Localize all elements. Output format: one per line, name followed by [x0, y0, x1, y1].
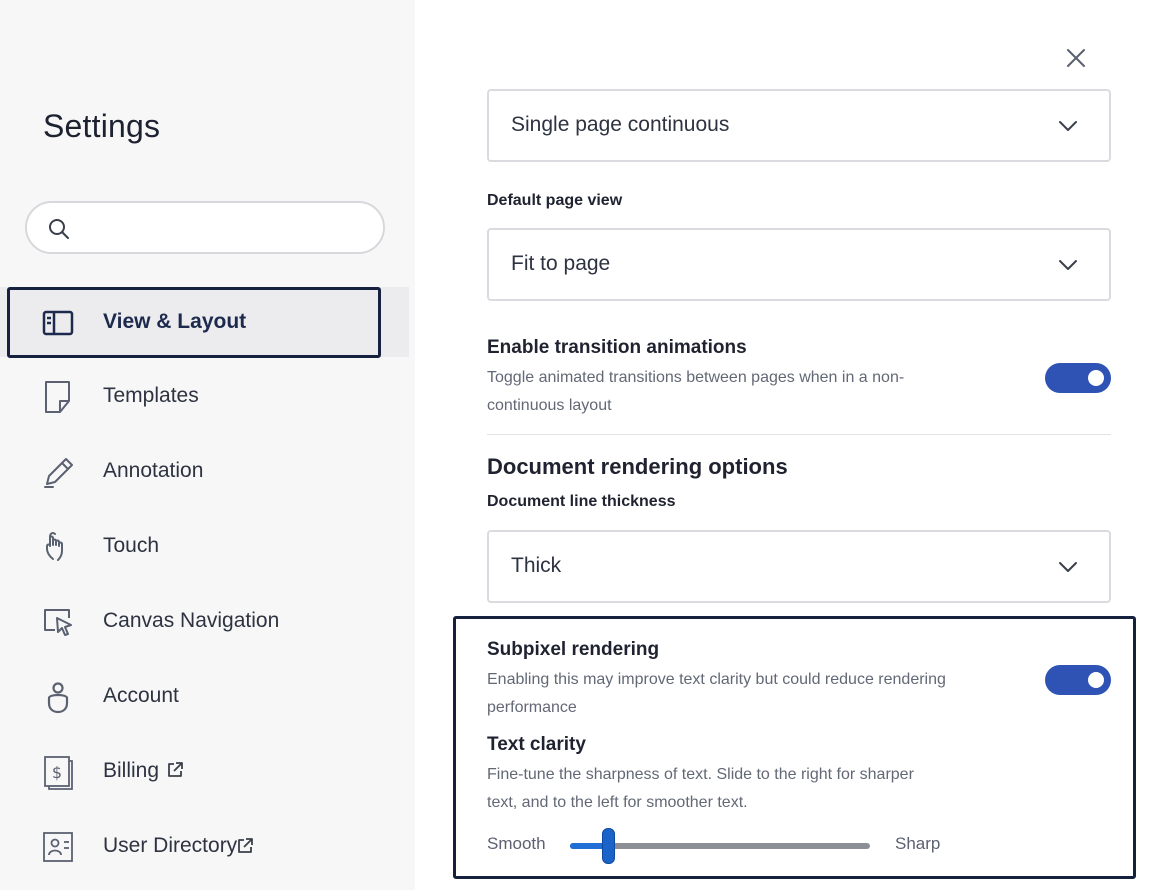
slider-max-label: Sharp: [895, 834, 941, 853]
external-link-icon: [168, 762, 183, 777]
sidebar-item-touch[interactable]: Touch: [0, 511, 409, 581]
canvas-pointer-icon: [44, 609, 72, 636]
chevron-down-icon: [1059, 260, 1077, 270]
select-value: Fit to page: [511, 252, 611, 275]
text-clarity-title: Text clarity: [487, 734, 586, 755]
sidebar-item-label: Account: [103, 684, 179, 707]
sidebar-item-view-layout[interactable]: View & Layout: [0, 287, 409, 357]
template-page-icon: [45, 381, 70, 413]
sidebar-title: Settings: [43, 108, 161, 144]
subpixel-rendering-description: Enabling this may improve text clarity b…: [487, 671, 946, 716]
sidebar-item-label: User Directory: [103, 834, 238, 857]
slider-min-label: Smooth: [487, 834, 546, 853]
billing-dollar-icon: $: [44, 756, 73, 790]
settings-main-panel: Single page continuous Default page view…: [415, 0, 1155, 890]
pencil-icon: [44, 458, 73, 488]
close-icon[interactable]: [1064, 46, 1088, 70]
sidebar-item-label: Canvas Navigation: [103, 609, 280, 632]
svg-text:$: $: [52, 763, 62, 782]
sidebar-item-annotation[interactable]: Annotation: [0, 436, 409, 506]
sidebar-item-canvas-navigation[interactable]: Canvas Navigation: [0, 586, 409, 656]
sidebar-item-label: Templates: [103, 384, 199, 407]
search-input[interactable]: [25, 201, 385, 254]
sidebar-item-billing[interactable]: $ Billing: [0, 736, 409, 806]
toggle-knob: [1088, 370, 1104, 386]
rendering-options-heading: Document rendering options: [487, 454, 788, 479]
sidebar-item-user-directory[interactable]: User Directory: [0, 811, 409, 881]
select-value: Thick: [511, 554, 562, 577]
slider-thumb[interactable]: [601, 828, 615, 864]
layout-panel-icon: [42, 310, 74, 336]
settings-sidebar: Settings View & Layout Templates Annotat…: [0, 0, 415, 890]
transition-animations-title: Enable transition animations: [487, 337, 747, 358]
text-clarity-slider[interactable]: [570, 828, 870, 864]
user-directory-icon: [43, 832, 73, 862]
line-thickness-select[interactable]: Thick: [487, 530, 1111, 603]
chevron-down-icon: [1059, 121, 1077, 131]
sidebar-item-label: View & Layout: [103, 310, 247, 333]
page-layout-select[interactable]: Single page continuous: [487, 89, 1111, 162]
line-thickness-label: Document line thickness: [487, 493, 676, 510]
sidebar-item-templates[interactable]: Templates: [0, 361, 409, 431]
sidebar-item-label: Touch: [103, 534, 160, 557]
select-value: Single page continuous: [511, 113, 730, 136]
toggle-knob: [1088, 672, 1104, 688]
touch-hand-icon: [46, 532, 63, 561]
external-link-icon: [238, 838, 253, 853]
subpixel-rendering-toggle[interactable]: [1045, 665, 1111, 695]
sidebar-item-label: Billing: [103, 759, 160, 782]
account-person-icon: [47, 682, 69, 714]
sidebar-item-account[interactable]: Account: [0, 661, 409, 731]
default-page-view-select[interactable]: Fit to page: [487, 228, 1111, 301]
subpixel-rendering-title: Subpixel rendering: [487, 639, 660, 660]
sidebar-item-label: Annotation: [103, 459, 204, 482]
search-icon: [49, 219, 69, 239]
chevron-down-icon: [1059, 562, 1077, 572]
transition-animations-description: Toggle animated transitions between page…: [487, 369, 905, 414]
section-divider: [487, 434, 1111, 435]
transition-animations-toggle[interactable]: [1045, 363, 1111, 393]
default-page-view-label: Default page view: [487, 192, 623, 209]
text-clarity-description: Fine-tune the sharpness of text. Slide t…: [487, 766, 914, 811]
